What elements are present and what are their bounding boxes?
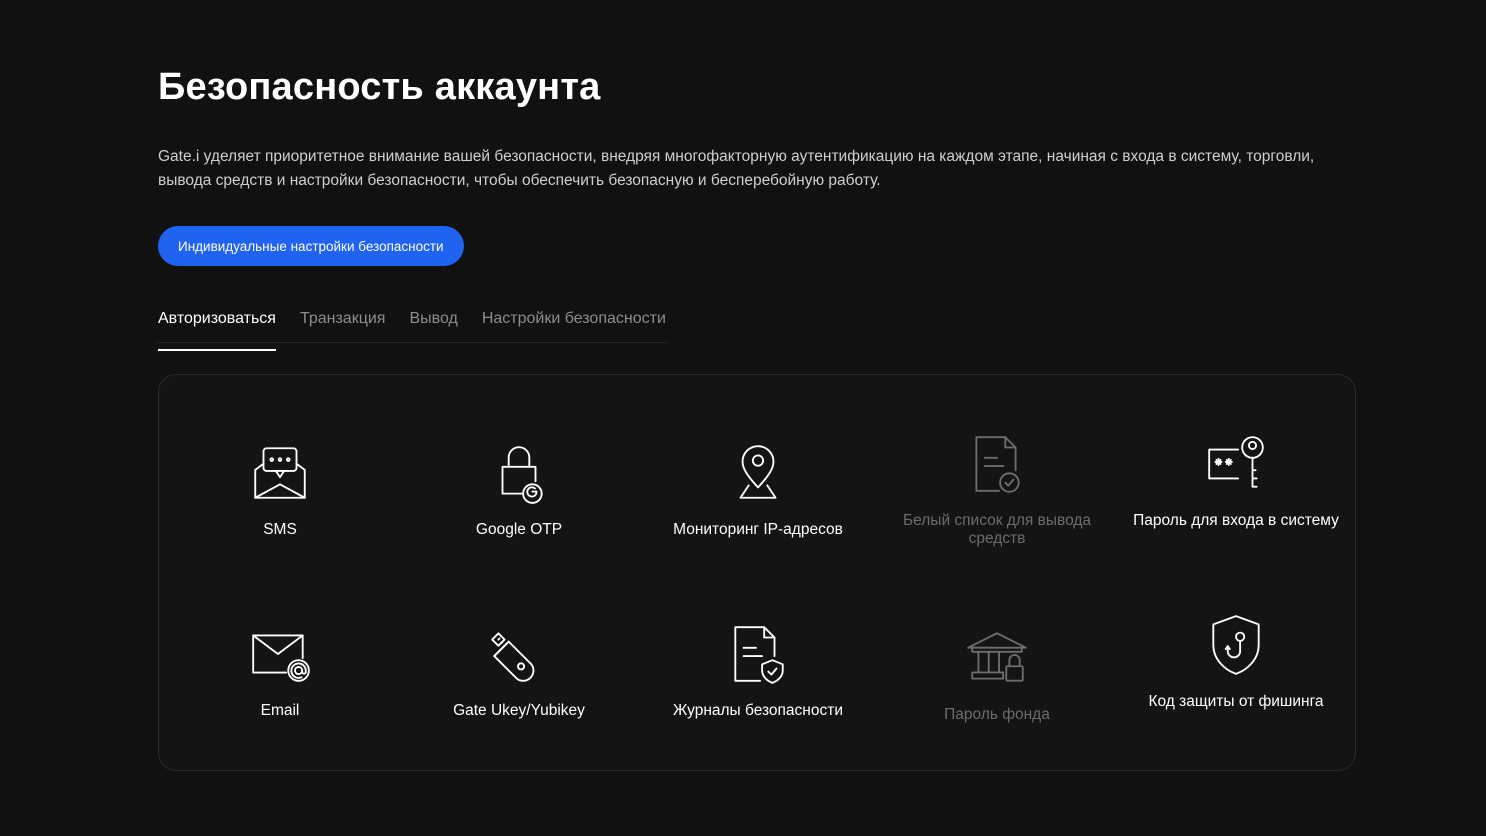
feature-security-logs[interactable]: Журналы безопасности <box>648 614 868 720</box>
feature-label: Gate Ukey/Yubikey <box>453 702 585 719</box>
feature-label: Email <box>260 702 300 719</box>
usb-key-icon <box>479 614 559 694</box>
feature-label: Пароль фонда <box>944 706 1050 723</box>
bank-lock-icon <box>957 618 1037 698</box>
password-key-icon <box>1196 424 1276 504</box>
location-pin-icon <box>718 433 798 513</box>
feature-gate-ukey[interactable]: Gate Ukey/Yubikey <box>409 614 629 720</box>
feature-withdrawal-whitelist[interactable]: Белый список для вывода средств <box>887 424 1107 548</box>
tab-withdrawal[interactable]: Вывод <box>409 305 457 342</box>
feature-label: Журналы безопасности <box>673 702 843 719</box>
feature-sms[interactable]: SMS <box>170 433 390 539</box>
tab-transaction[interactable]: Транзакция <box>300 305 386 342</box>
page-description: Gate.i уделяет приоритетное внимание ваш… <box>158 148 1315 189</box>
email-at-icon <box>240 614 320 694</box>
google-lock-icon <box>479 433 559 513</box>
tab-login[interactable]: Авторизоваться <box>158 305 276 351</box>
tab-security-settings[interactable]: Настройки безопасности <box>482 305 666 342</box>
feature-label: Белый список для вывода средств <box>902 512 1092 547</box>
feature-label: Код защиты от фишинга <box>1148 693 1324 710</box>
custom-security-settings-button[interactable]: Индивидуальные настройки безопасности <box>158 226 464 266</box>
security-page: Безопасность аккаунта Gate.i уделяет при… <box>0 0 1486 836</box>
sms-envelope-icon <box>240 433 320 513</box>
security-features-card: SMS Google OTP Мониторинг IP-адресов Бел… <box>158 374 1356 771</box>
feature-label: Мониторинг IP-адресов <box>673 521 843 538</box>
feature-label: SMS <box>263 521 297 538</box>
feature-label: Google OTP <box>475 521 563 538</box>
shield-hook-icon <box>1196 605 1276 685</box>
feature-google-otp[interactable]: Google OTP <box>409 433 629 539</box>
feature-email[interactable]: Email <box>170 614 390 720</box>
security-tabs: Авторизоваться Транзакция Вывод Настройк… <box>158 305 666 351</box>
document-shield-icon <box>718 614 798 694</box>
feature-anti-phishing-code[interactable]: Код защиты от фишинга <box>1126 605 1346 711</box>
feature-fund-password[interactable]: Пароль фонда <box>887 618 1107 724</box>
document-check-icon <box>957 424 1037 504</box>
feature-login-password[interactable]: Пароль для входа в систему <box>1126 424 1346 530</box>
page-title: Безопасность аккаунта <box>158 66 601 108</box>
feature-label: Пароль для входа в систему <box>1133 512 1339 529</box>
feature-ip-monitoring[interactable]: Мониторинг IP-адресов <box>648 433 868 539</box>
